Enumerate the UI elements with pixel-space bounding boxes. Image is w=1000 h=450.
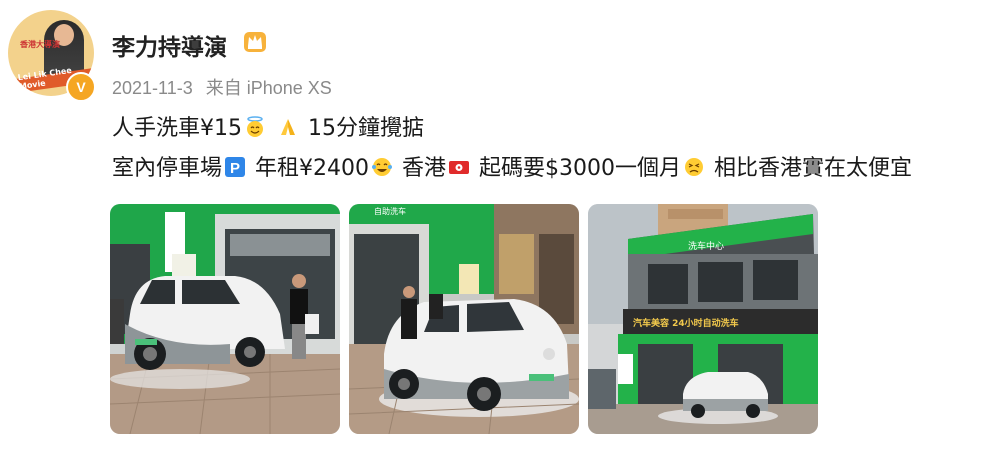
post-image-2[interactable]: 自助洗车 [349,204,579,434]
post-source: 来自 iPhone XS [205,78,332,98]
line1-part1: 人手洗車¥15 [112,116,242,141]
parking-emoji: P [225,157,246,177]
hk-flag-emoji [449,161,470,174]
post-text-line-1: 人手洗車¥15 15分鐘攪掂 [112,110,424,142]
photo3-sign1-text: 汽车美容 24小时自动洗车 [633,317,739,329]
svg-text:P: P [230,160,240,177]
laugh-tears-emoji [372,158,393,176]
smile-halo-emoji [247,116,263,137]
post-text-line-2: 室內停車場 P 年租¥2400 香港 起碼要$3000一個月 相比香港實在太便宜 [112,150,912,182]
username[interactable]: 李力持導演 [112,28,227,62]
post-meta: 2021-11-3 来自 iPhone XS [112,74,340,100]
line2-part1: 室內停車場 [112,156,223,181]
crown-icon[interactable] [242,28,268,54]
photo3-sign2-text: 洗车中心 [688,240,724,252]
line2-part5: 相比香港實在太便宜 [714,156,913,181]
line1-part2: 15分鐘攪掂 [308,116,424,141]
upset-emoji [685,158,704,176]
post-image-3[interactable]: 洗车中心 汽车美容 24小时自动洗车 [588,204,818,434]
verified-icon: V [66,72,96,102]
line2-part4: 起碼要$3000一個月 [479,156,682,181]
post-image-1[interactable] [110,204,340,434]
photo2-sign-text: 自助洗车 [374,206,406,216]
line2-part2: 年租¥2400 [255,156,370,181]
avatar-top-text: 香港大導演 [20,40,60,49]
line2-part3: 香港 [402,156,447,181]
post-date: 2021-11-3 [112,78,193,98]
pray-emoji [281,119,295,135]
